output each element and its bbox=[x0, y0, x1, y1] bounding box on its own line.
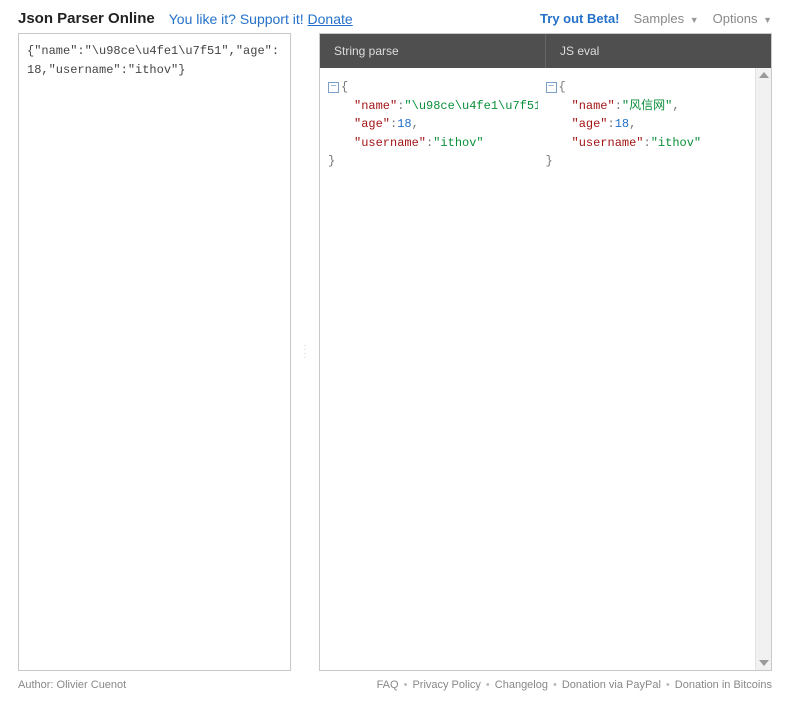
link-paypal[interactable]: Donation via PayPal bbox=[562, 679, 661, 691]
drag-dots-icon: ···· bbox=[303, 344, 306, 360]
output-panes: −{ "name":"\u98ce\u4fe1\u7f51", "age":18… bbox=[320, 68, 771, 670]
workspace: ···· String parse JS eval −{ "name":"\u9… bbox=[0, 33, 790, 671]
pane-string-parse: −{ "name":"\u98ce\u4fe1\u7f51", "age":18… bbox=[320, 68, 538, 670]
chevron-down-icon: ▼ bbox=[690, 15, 699, 25]
footer-links: FAQ•Privacy Policy•Changelog•Donation vi… bbox=[377, 679, 772, 691]
page-title: Json Parser Online bbox=[18, 10, 155, 27]
author-text: Author: Olivier Cuenot bbox=[18, 679, 126, 691]
output-panel: String parse JS eval −{ "name":"\u98ce\u… bbox=[319, 33, 772, 671]
header: Json Parser Online You like it? Support … bbox=[0, 0, 790, 33]
tab-string-parse[interactable]: String parse bbox=[320, 34, 545, 68]
scrollbar-vertical[interactable] bbox=[755, 68, 771, 670]
nav-beta[interactable]: Try out Beta! bbox=[540, 11, 619, 26]
link-bitcoin[interactable]: Donation in Bitcoins bbox=[675, 679, 772, 691]
nav-right: Try out Beta! Samples ▼ Options ▼ bbox=[540, 11, 772, 26]
donate-link[interactable]: Donate bbox=[308, 11, 353, 27]
support-prefix: You like it? Support it! bbox=[169, 11, 308, 27]
link-faq[interactable]: FAQ bbox=[377, 679, 399, 691]
nav-samples[interactable]: Samples ▼ bbox=[634, 11, 699, 26]
pane-js-eval: −{ "name":"风信网", "age":18, "username":"i… bbox=[538, 68, 756, 670]
link-changelog[interactable]: Changelog bbox=[495, 679, 548, 691]
chevron-down-icon: ▼ bbox=[763, 15, 772, 25]
support-text: You like it? Support it! Donate bbox=[169, 11, 353, 27]
tabs: String parse JS eval bbox=[320, 34, 771, 68]
nav-options[interactable]: Options ▼ bbox=[713, 11, 772, 26]
link-privacy[interactable]: Privacy Policy bbox=[412, 679, 480, 691]
json-input[interactable] bbox=[18, 33, 291, 671]
tab-js-eval[interactable]: JS eval bbox=[545, 34, 771, 68]
collapse-icon[interactable]: − bbox=[328, 82, 339, 93]
collapse-icon[interactable]: − bbox=[546, 82, 557, 93]
footer: Author: Olivier Cuenot FAQ•Privacy Polic… bbox=[0, 671, 790, 703]
input-panel bbox=[18, 33, 291, 671]
splitter-handle[interactable]: ···· bbox=[301, 33, 309, 671]
